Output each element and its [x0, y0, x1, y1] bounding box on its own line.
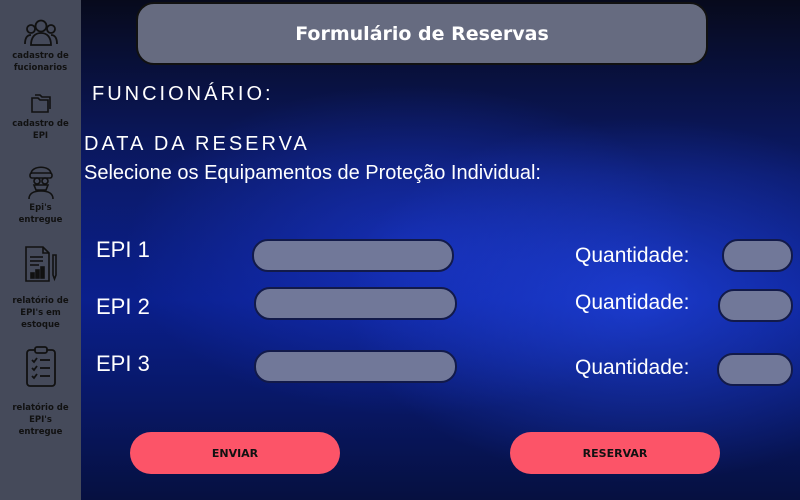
epi-3-input[interactable] — [254, 350, 457, 383]
sidebar: cadastro de fucionarios cadastro de EPI … — [0, 0, 81, 500]
sidebar-item-label: relatório de — [12, 296, 69, 306]
reservation-date-label: DATA DA RESERVA — [84, 133, 310, 155]
quantity-2-label: Quantidade: — [575, 291, 690, 314]
clipboard-checklist-icon — [25, 346, 56, 387]
quantity-3-input[interactable] — [717, 353, 793, 386]
folders-icon — [30, 94, 51, 113]
sidebar-item-label: cadastro de — [12, 51, 69, 61]
sidebar-item-label: entregue — [18, 427, 63, 437]
sidebar-item-label: Epi's — [29, 203, 52, 213]
employee-label: FUNCIONÁRIO: — [92, 83, 274, 105]
sidebar-item-label: EPI — [32, 131, 49, 141]
epi-1-label: EPI 1 — [96, 237, 150, 262]
sidebar-item-label: EPI's em estoque — [20, 308, 61, 330]
sidebar-item-relatorio-estoque[interactable]: relatório de EPI's em estoque — [0, 245, 81, 331]
quantity-3-label: Quantidade: — [575, 356, 690, 379]
send-button[interactable]: ENVIAR — [130, 432, 340, 474]
sidebar-item-cadastro-epi[interactable]: cadastro de EPI — [0, 92, 81, 142]
reserve-button[interactable]: RESERVAR — [510, 432, 720, 474]
header-bar: Formulário de Reservas — [136, 2, 708, 65]
sidebar-item-label: entregue — [18, 215, 63, 225]
report-chart-icon — [24, 246, 57, 282]
users-icon — [23, 19, 58, 46]
epi-2-input[interactable] — [254, 287, 457, 320]
epi-1-input[interactable] — [252, 239, 454, 272]
epi-2-label: EPI 2 — [96, 294, 150, 319]
quantity-2-input[interactable] — [718, 289, 793, 322]
quantity-1-label: Quantidade: — [575, 244, 690, 267]
epi-3-label: EPI 3 — [96, 351, 150, 376]
sidebar-item-label: relatório de EPI's — [12, 403, 69, 425]
sidebar-item-label: cadastro de — [12, 119, 69, 129]
page-title: Formulário de Reservas — [295, 22, 549, 45]
instruction-text: Selecione os Equipamentos de Proteção In… — [84, 162, 541, 184]
protective-gear-icon — [27, 166, 54, 200]
quantity-1-input[interactable] — [722, 239, 793, 272]
sidebar-item-label: fucionarios — [13, 63, 68, 73]
sidebar-item-relatorio-entregue[interactable]: relatório de EPI's entregue — [0, 346, 81, 438]
sidebar-item-cadastro-funcionarios[interactable]: cadastro de fucionarios — [0, 18, 81, 74]
sidebar-item-epis-entregue[interactable]: Epi's entregue — [0, 160, 81, 226]
